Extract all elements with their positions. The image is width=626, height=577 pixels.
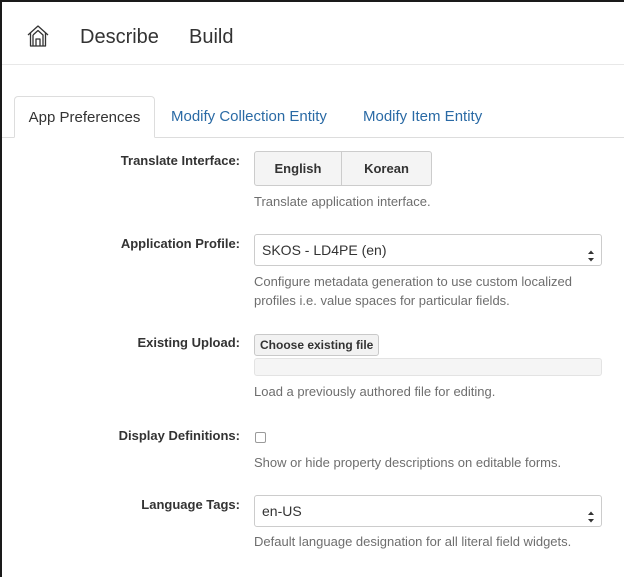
language-tags-select[interactable]: en-US [254,495,602,527]
existing-upload-label: Existing Upload: [137,335,240,350]
nav-describe-link[interactable]: Describe [80,24,159,50]
select-arrows-icon [587,504,595,523]
tab-modify-collection-entity[interactable]: Modify Collection Entity [171,96,327,137]
existing-upload-help: Load a previously authored file for edit… [254,384,496,399]
home-icon[interactable] [26,24,50,48]
display-definitions-label: Display Definitions: [118,428,240,443]
language-tags-label: Language Tags: [141,497,240,512]
existing-file-path-field[interactable] [254,358,602,376]
tab-bar: App Preferences Modify Collection Entity… [2,96,624,138]
english-button[interactable]: English [254,151,342,186]
choose-existing-file-button[interactable]: Choose existing file [254,334,380,356]
language-tags-help: Default language designation for all lit… [254,534,572,549]
application-profile-value: SKOS - LD4PE (en) [262,242,387,258]
nav-build-link[interactable]: Build [189,24,233,50]
tab-app-preferences[interactable]: App Preferences [14,96,155,138]
top-navbar: Describe Build [2,2,624,65]
language-button-group: English Korean [254,151,432,186]
application-profile-help-line2: profiles i.e. value spaces for particula… [254,293,510,308]
display-definitions-checkbox[interactable] [255,432,266,443]
language-tags-value: en-US [262,503,302,519]
translate-interface-help: Translate application interface. [254,194,431,209]
select-arrows-icon [587,243,595,262]
korean-button[interactable]: Korean [342,151,432,186]
application-profile-label: Application Profile: [120,236,240,251]
application-profile-help-line1: Configure metadata generation to use cus… [254,274,572,289]
tab-modify-item-entity[interactable]: Modify Item Entity [363,96,482,137]
application-profile-select[interactable]: SKOS - LD4PE (en) [254,234,602,266]
display-definitions-help: Show or hide property descriptions on ed… [254,455,562,470]
translate-interface-label: Translate Interface: [120,153,240,168]
